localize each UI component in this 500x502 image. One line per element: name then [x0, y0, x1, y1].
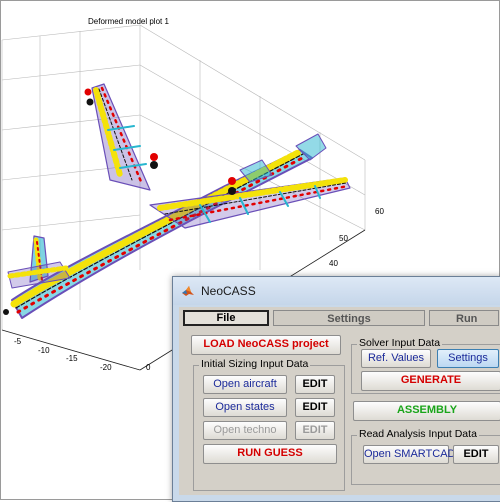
open-techno-button[interactable]: Open techno [203, 421, 287, 440]
generate-button[interactable]: GENERATE [361, 371, 500, 391]
matlab-icon [182, 286, 194, 296]
tab-settings[interactable]: Settings [273, 310, 425, 326]
open-states-button[interactable]: Open states [203, 398, 287, 417]
node-marker [150, 161, 158, 169]
y-tick-label: -15 [66, 354, 78, 363]
z-tick-label: 0 [146, 363, 151, 372]
node-marker [228, 187, 236, 195]
tab-run[interactable]: Run [429, 310, 499, 326]
assembly-button[interactable]: ASSEMBLY [353, 401, 500, 421]
node-marker [84, 88, 92, 96]
initial-sizing-label: Initial Sizing Input Data [199, 358, 311, 370]
run-guess-button[interactable]: RUN GUESS [203, 444, 337, 464]
open-aircraft-button[interactable]: Open aircraft [203, 375, 287, 394]
z-tick-label: 50 [339, 234, 348, 243]
node-marker [3, 309, 9, 315]
edit-techno-button[interactable]: EDIT [295, 421, 335, 440]
y-tick-label: -20 [100, 363, 112, 372]
neocass-window: NeoCASS File Settings Run LOAD NeoCASS p… [172, 276, 500, 502]
read-analysis-label: Read Analysis Input Data [357, 428, 479, 440]
window-titlebar[interactable]: NeoCASS [173, 277, 500, 305]
open-smartcad-button[interactable]: Open SMARTCAD [363, 445, 456, 464]
node-marker [86, 98, 94, 106]
solver-label: Solver Input Data [357, 337, 443, 349]
z-tick-label: 40 [329, 259, 338, 268]
node-marker [228, 177, 236, 185]
edit-states-button[interactable]: EDIT [295, 398, 335, 417]
load-project-button[interactable]: LOAD NeoCASS project [191, 335, 341, 355]
edit-smartcad-button[interactable]: EDIT [453, 445, 499, 464]
z-tick-label: 60 [375, 207, 384, 216]
y-tick-label: -10 [38, 346, 50, 355]
plot-title: Deformed model plot 1 [88, 17, 169, 26]
tab-file[interactable]: File [183, 310, 269, 326]
y-tick-label: -5 [14, 337, 22, 346]
edit-aircraft-button[interactable]: EDIT [295, 375, 335, 394]
settings-button[interactable]: Settings [437, 349, 499, 368]
ref-values-button[interactable]: Ref. Values [361, 349, 431, 368]
window-client: File Settings Run LOAD NeoCASS project I… [179, 307, 500, 495]
window-title: NeoCASS [201, 284, 256, 298]
node-marker [150, 153, 158, 161]
